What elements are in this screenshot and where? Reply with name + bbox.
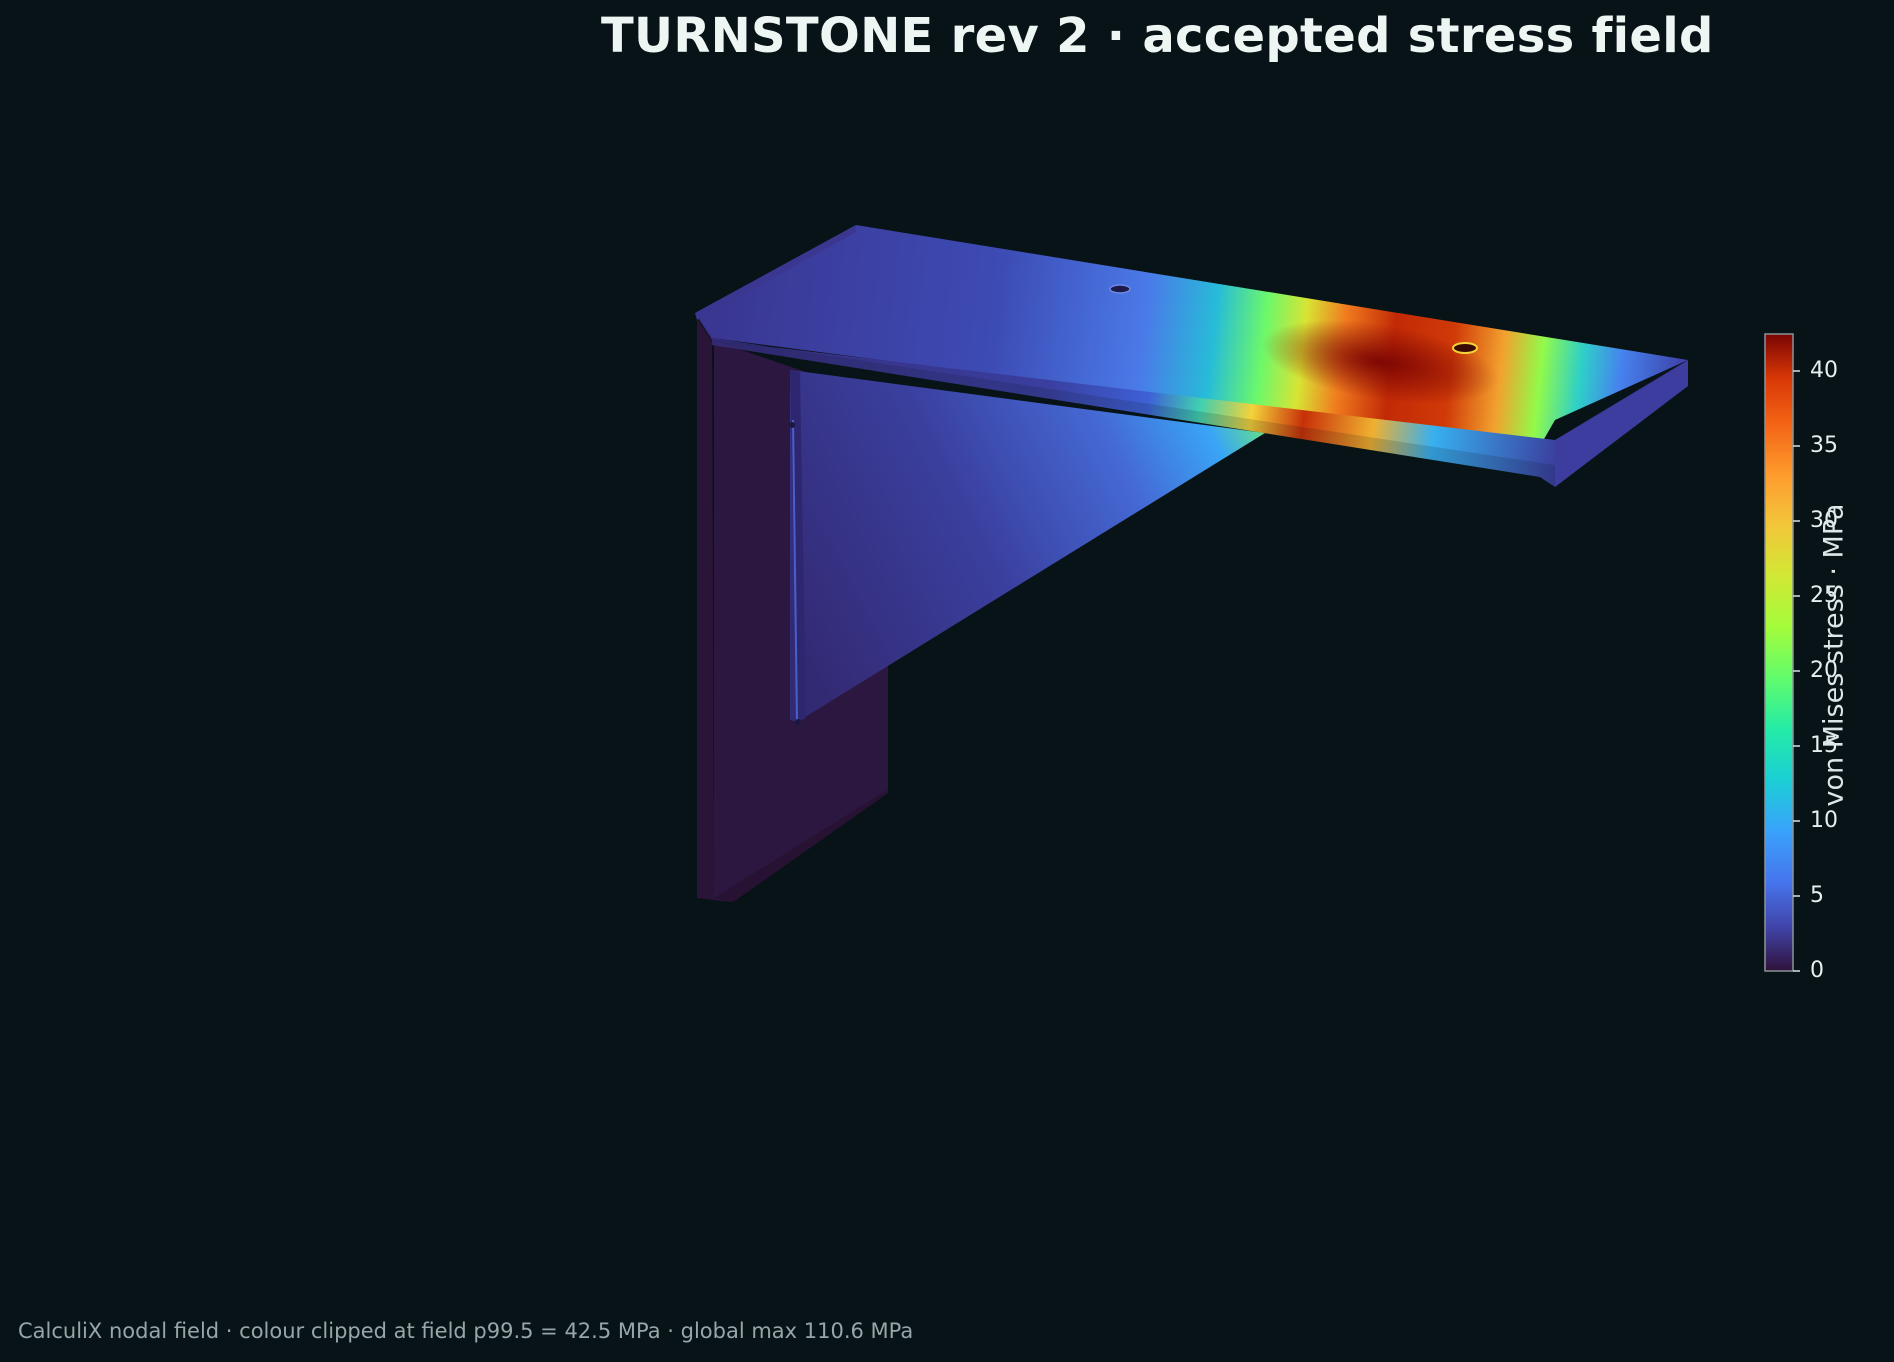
gusset-notch-bottom — [795, 719, 801, 725]
colorbar-tick-5: 5 — [1810, 883, 1824, 908]
bolt-hole-left — [1109, 284, 1131, 294]
colorbar-label: von Mises stress · MPa — [1818, 503, 1850, 807]
upright-plate-face — [697, 318, 714, 900]
bolt-hole-right — [1452, 342, 1478, 354]
colorbar — [1764, 333, 1794, 972]
stress-field-3d-view — [695, 225, 1800, 972]
colorbar-ticks — [1793, 370, 1800, 972]
footnote: CalculiX nodal field · colour clipped at… — [18, 1319, 914, 1343]
colorbar-tick-0: 0 — [1810, 958, 1824, 983]
figure-canvas: TURNSTONE rev 2 · accepted stress field — [0, 0, 1894, 1362]
colorbar-tick-10: 10 — [1810, 808, 1838, 833]
colorbar-tick-40: 40 — [1810, 358, 1838, 383]
colorbar-tick-35: 35 — [1810, 433, 1838, 458]
gusset-notch-top — [789, 422, 795, 428]
gusset-rib — [790, 370, 1265, 722]
